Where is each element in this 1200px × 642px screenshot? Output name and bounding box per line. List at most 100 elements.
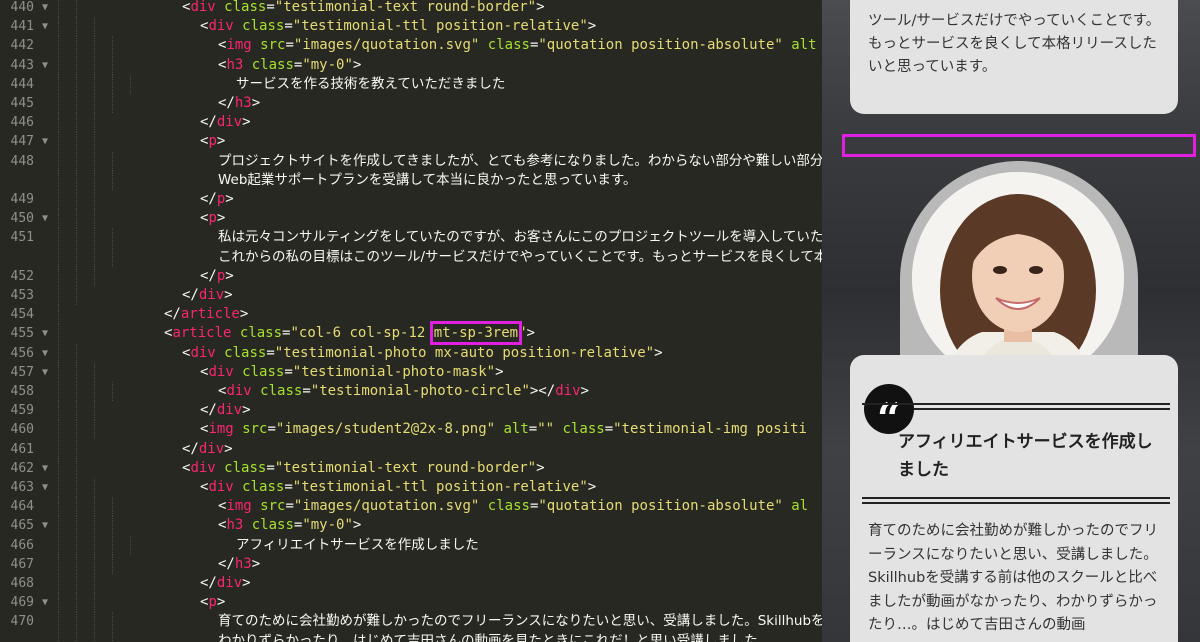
- code-token: >: [242, 575, 251, 591]
- line-number: 467: [10, 556, 34, 572]
- indent-guide: [94, 170, 95, 190]
- code-text: <div class="testimonial-photo-mask">: [200, 363, 504, 382]
- code-token: >: [224, 440, 233, 457]
- code-line[interactable]: Web起業サポートプランを受講して本当に良かったと思っています。: [0, 170, 822, 190]
- fold-arrow-icon[interactable]: ▼: [42, 324, 48, 343]
- code-token: p: [208, 594, 217, 611]
- code-line[interactable]: 446 </div>: [0, 113, 822, 133]
- browser-preview[interactable]: ツール/サービスだけでやっていくことです。もっとサービスを良くして本格リリースし…: [822, 0, 1200, 642]
- indent-guide: [58, 612, 59, 632]
- code-line[interactable]: 456 ▼ <div class="testimonial-photo mx-aut…: [0, 343, 822, 363]
- code-line[interactable]: 452 </p>: [0, 266, 822, 286]
- code-token: わかりずらかったり…はじめて吉田さんの動画を見たときにこれだ！と思い受講しました: [218, 632, 758, 642]
- code-token: >: [536, 459, 545, 476]
- code-token: =: [267, 421, 276, 438]
- code-line[interactable]: 463 ▼ <div class="testimonial-ttl position…: [0, 478, 822, 497]
- code-token: img: [226, 498, 252, 515]
- code-line[interactable]: 445 </h3>: [0, 94, 822, 113]
- code-line[interactable]: 448 プロジェクトサイトを作成してきましたが、とても参考になりました。わからない…: [0, 151, 822, 171]
- code-text: </p>: [200, 267, 234, 286]
- code-editor[interactable]: 440 ▼ <div class="testimonial-text round-b…: [0, 0, 822, 642]
- code-line[interactable]: 443 ▼ <h3 class="my-0">: [0, 55, 822, 75]
- code-token: h3: [234, 555, 252, 572]
- code-line[interactable]: 460 <img src="images/student2@2x-8.png" a…: [0, 420, 822, 440]
- code-line[interactable]: 442 <img src="images/quotation.svg" class…: [0, 36, 822, 56]
- code-line[interactable]: 441 ▼ <div class="testimonial-ttl position…: [0, 17, 822, 37]
- code-token: "testimonial-text round-border": [274, 0, 537, 15]
- code-token: div: [216, 575, 243, 591]
- code-line[interactable]: 453 </div>: [0, 286, 822, 305]
- indent-guide: [94, 478, 95, 497]
- code-line[interactable]: 465 ▼ <h3 class="my-0">: [0, 516, 822, 536]
- code-line[interactable]: 449 </p>: [0, 190, 822, 209]
- code-token: "quotation position-absolute": [538, 37, 783, 54]
- indent-guide: [58, 497, 59, 517]
- fold-arrow-icon[interactable]: ▼: [42, 132, 48, 151]
- code-text: <div class="testimonial-photo-circle"></…: [218, 382, 589, 401]
- code-line[interactable]: これからの私の目標はこのツール/サービスだけでやっていくことです。もっとサービス…: [0, 247, 822, 267]
- code-line[interactable]: 461 </div>: [0, 439, 822, 459]
- line-number: 450: [10, 211, 34, 227]
- fold-arrow-icon[interactable]: ▼: [42, 593, 48, 612]
- code-line[interactable]: 444 サービスを作る技術を教えていただきました: [0, 74, 822, 94]
- code-line[interactable]: 458 <div class="testimonial-photo-circle"…: [0, 382, 822, 401]
- indent-guide: [112, 36, 113, 56]
- line-number: 457: [10, 364, 34, 380]
- code-text: <div class="testimonial-ttl position-rel…: [200, 478, 596, 497]
- code-line[interactable]: 462 ▼ <div class="testimonial-text round-b…: [0, 458, 822, 478]
- indent-guide: [58, 17, 59, 37]
- code-token: class: [260, 383, 303, 399]
- code-line[interactable]: 457 ▼ <div class="testimonial-photo-mask">: [0, 362, 822, 382]
- line-number: 444: [10, 76, 34, 92]
- code-line[interactable]: 450 ▼ <p>: [0, 209, 822, 229]
- code-line[interactable]: 467 </h3>: [0, 554, 822, 574]
- fold-arrow-icon[interactable]: ▼: [42, 363, 48, 382]
- fold-arrow-icon[interactable]: ▼: [42, 56, 48, 75]
- fold-arrow-icon[interactable]: ▼: [42, 0, 48, 17]
- code-line[interactable]: 451 私は元々コンサルティングをしていたのですが、お客さんにこのプロジェクトツー…: [0, 228, 822, 248]
- code-line[interactable]: 459 </div>: [0, 401, 822, 421]
- indent-guide: [130, 535, 131, 555]
- code-line[interactable]: 464 <img src="images/quotation.svg" class…: [0, 497, 822, 517]
- fold-arrow-icon[interactable]: ▼: [42, 344, 48, 363]
- code-token: div: [198, 287, 225, 303]
- code-line[interactable]: 440 ▼ <div class="testimonial-text round-b…: [0, 0, 822, 17]
- fold-arrow-icon[interactable]: ▼: [42, 459, 48, 478]
- indent-guide: [94, 612, 95, 632]
- indent-guide: [58, 247, 59, 267]
- code-token: >: [239, 306, 249, 323]
- code-line[interactable]: 466 アフィリエイトサービスを作成しました: [0, 535, 822, 555]
- code-line[interactable]: 469 ▼ <p>: [0, 593, 822, 613]
- code-token: class: [562, 421, 605, 438]
- fold-arrow-icon[interactable]: ▼: [42, 17, 48, 36]
- code-token: これからの私の目標はこのツール/サービスだけでやっていくことです。もっとサービス…: [218, 248, 822, 265]
- line-number: 469: [10, 595, 34, 611]
- fold-arrow-icon[interactable]: ▼: [42, 478, 48, 497]
- code-line[interactable]: 454 </article>: [0, 305, 822, 325]
- fold-arrow-icon[interactable]: ▼: [42, 209, 48, 228]
- indent-guide: [58, 55, 59, 75]
- code-token: div: [216, 402, 243, 419]
- code-token: div: [198, 440, 225, 457]
- code-token: class: [224, 0, 267, 15]
- indent-guide: [94, 113, 95, 133]
- line-number: 465: [10, 518, 34, 534]
- code-token: </: [200, 114, 217, 131]
- code-token: "images/quotation.svg": [293, 37, 480, 54]
- indent-guide: [94, 74, 95, 94]
- code-token: src: [242, 421, 268, 438]
- code-line[interactable]: 470 育てのために会社勤めが難しかったのでフリーランスになりたいと思い、受講しま…: [0, 612, 822, 632]
- code-line[interactable]: わかりずらかったり…はじめて吉田さんの動画を見たときにこれだ！と思い受講しました: [0, 631, 822, 642]
- line-gutter: [0, 248, 50, 267]
- code-text: アフィリエイトサービスを作成しました: [236, 536, 479, 555]
- code-line[interactable]: 447 ▼ <p>: [0, 132, 822, 152]
- code-line[interactable]: 468 </div>: [0, 574, 822, 593]
- indent-guide: [58, 478, 59, 497]
- fold-arrow-icon[interactable]: ▼: [42, 516, 48, 535]
- code-line[interactable]: 455 ▼ <article class="col-6 col-sp-12 mt-s…: [0, 321, 822, 346]
- line-gutter: 440 ▼: [0, 0, 50, 17]
